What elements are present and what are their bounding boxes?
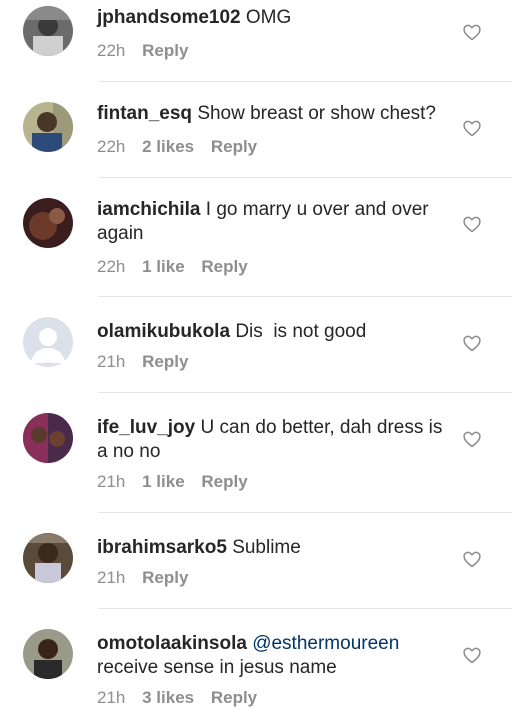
- likes-count[interactable]: 1 like: [142, 257, 185, 277]
- comment-body: Sublime: [232, 537, 301, 558]
- comment-item: ife_luv_joy U can do better, dah dress i…: [0, 393, 512, 513]
- heart-outline-icon[interactable]: [462, 429, 482, 449]
- comment-text: olamikubukola Dis is not good: [97, 320, 452, 344]
- avatar[interactable]: [23, 413, 73, 463]
- comment-item: fintan_esq Show breast or show chest? 22…: [0, 82, 512, 178]
- comment-body: Dis is not good: [235, 321, 367, 342]
- comments-list: jphandsome102 OMG 22h Reply fintan_esq S…: [0, 0, 512, 720]
- comment-username[interactable]: iamchichila: [97, 199, 201, 220]
- comment-item: jphandsome102 OMG 22h Reply: [0, 0, 512, 82]
- comment-meta: 21h 1 like Reply: [97, 472, 260, 492]
- comment-time: 21h: [97, 472, 126, 491]
- heart-outline-icon[interactable]: [462, 645, 482, 665]
- heart-outline-icon[interactable]: [462, 22, 482, 42]
- comment-body: Show breast or show chest?: [197, 103, 436, 124]
- comment-meta: 22h 2 likes Reply: [97, 137, 269, 157]
- comment-time: 21h: [97, 352, 126, 371]
- comment-item: ibrahimsarko5 Sublime 21h Reply: [0, 513, 512, 609]
- comment-body: OMG: [245, 7, 292, 28]
- comment-text: fintan_esq Show breast or show chest?: [97, 102, 452, 126]
- comment-time: 21h: [97, 568, 126, 587]
- likes-count[interactable]: 1 like: [142, 472, 185, 492]
- reply-button[interactable]: Reply: [142, 41, 188, 61]
- comment-meta: 21h Reply: [97, 352, 200, 372]
- comment-meta: 22h 1 like Reply: [97, 257, 260, 277]
- avatar[interactable]: [23, 317, 73, 367]
- avatar[interactable]: [23, 533, 73, 583]
- comment-time: 22h: [97, 137, 126, 156]
- comment-text: omotolaakinsola @esthermoureen receive s…: [97, 632, 452, 680]
- comment-time: 21h: [97, 688, 126, 707]
- comment-username[interactable]: fintan_esq: [97, 103, 192, 124]
- comment-meta: 21h 3 likes Reply: [97, 688, 269, 708]
- comment-text: ibrahimsarko5 Sublime: [97, 536, 452, 560]
- likes-count[interactable]: 3 likes: [142, 688, 194, 708]
- avatar[interactable]: [23, 102, 73, 152]
- comment-time: 22h: [97, 41, 126, 60]
- reply-button[interactable]: Reply: [201, 472, 247, 492]
- heart-outline-icon[interactable]: [462, 333, 482, 353]
- avatar[interactable]: [23, 6, 73, 56]
- comment-username[interactable]: omotolaakinsola: [97, 633, 247, 654]
- mention-link[interactable]: @esthermoureen: [252, 633, 399, 654]
- comment-meta: 22h Reply: [97, 41, 200, 61]
- comment-item: iamchichila I go marry u over and over a…: [0, 178, 512, 297]
- comment-username[interactable]: olamikubukola: [97, 321, 230, 342]
- comment-text: iamchichila I go marry u over and over a…: [97, 198, 452, 246]
- comment-item: omotolaakinsola @esthermoureen receive s…: [0, 609, 512, 720]
- reply-button[interactable]: Reply: [211, 137, 257, 157]
- heart-outline-icon[interactable]: [462, 118, 482, 138]
- reply-button[interactable]: Reply: [142, 352, 188, 372]
- comment-body: receive sense in jesus name: [97, 657, 337, 678]
- reply-button[interactable]: Reply: [211, 688, 257, 708]
- heart-outline-icon[interactable]: [462, 214, 482, 234]
- comment-meta: 21h Reply: [97, 568, 200, 588]
- avatar[interactable]: [23, 629, 73, 679]
- avatar[interactable]: [23, 198, 73, 248]
- comment-username[interactable]: ibrahimsarko5: [97, 537, 227, 558]
- heart-outline-icon[interactable]: [462, 549, 482, 569]
- comment-item: olamikubukola Dis is not good 21h Reply: [0, 297, 512, 393]
- likes-count[interactable]: 2 likes: [142, 137, 194, 157]
- reply-button[interactable]: Reply: [201, 257, 247, 277]
- comment-text: jphandsome102 OMG: [97, 6, 452, 30]
- comment-username[interactable]: ife_luv_joy: [97, 417, 195, 438]
- reply-button[interactable]: Reply: [142, 568, 188, 588]
- comment-time: 22h: [97, 257, 126, 276]
- comment-text: ife_luv_joy U can do better, dah dress i…: [97, 416, 452, 464]
- comment-username[interactable]: jphandsome102: [97, 7, 241, 28]
